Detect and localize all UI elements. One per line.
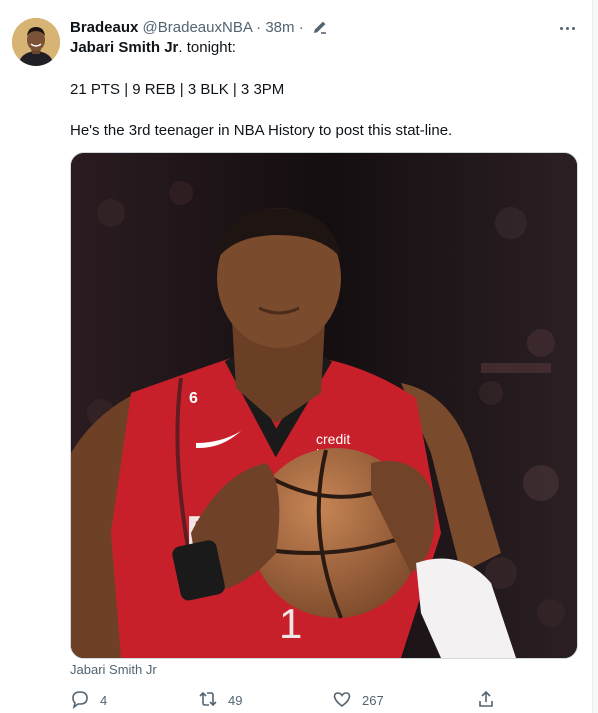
author-handle[interactable]: @BradeauxNBA (143, 19, 252, 36)
tweet-time[interactable]: 38m (265, 19, 294, 36)
more-icon[interactable] (556, 18, 578, 38)
tweet-text: . tonight: (178, 39, 236, 56)
share-icon (476, 689, 496, 712)
like-icon (332, 689, 352, 712)
fact-line: He's the 3rd teenager in NBA History to … (70, 122, 453, 139)
like-count: 267 (362, 692, 384, 708)
tweet-actions: 4 49 267 (70, 690, 510, 710)
stats-line: 21 PTS | 9 REB | 3 BLK | 3 3PM (70, 81, 285, 98)
retweet-button[interactable]: 49 (198, 690, 242, 710)
jersey-sponsor-1: credit (316, 431, 350, 447)
reply-icon (70, 689, 90, 712)
media-caption: Jabari Smith Jr (70, 662, 157, 677)
retweet-count: 49 (228, 692, 243, 708)
separator: · (298, 19, 304, 36)
like-button[interactable]: 267 (332, 690, 384, 710)
edit-pencil-icon[interactable] (312, 19, 328, 41)
tweet-photo[interactable]: 6 credit karma RO 1 (70, 152, 578, 659)
reply-button[interactable]: 4 (70, 690, 107, 710)
share-button[interactable] (476, 690, 496, 710)
separator: · (256, 19, 262, 36)
avatar[interactable] (12, 18, 60, 66)
reply-count: 4 (100, 692, 108, 708)
tweet-text-line-1: Jabari Smith Jr. tonight: (70, 38, 236, 58)
tweet-card[interactable]: Bradeaux @BradeauxNBA · 38m · Jabari Smi… (0, 0, 593, 713)
mention-name: Jabari Smith Jr (70, 39, 179, 56)
retweet-icon (198, 689, 218, 712)
author-display-name[interactable]: Bradeaux (70, 19, 138, 36)
